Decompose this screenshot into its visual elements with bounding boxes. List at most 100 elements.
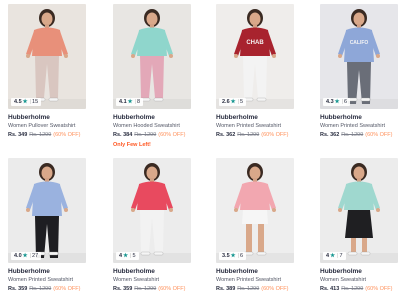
price-row: Rs. 362 Rs. 1299 (60% OFF): [320, 131, 398, 140]
rating-separator: |: [237, 99, 240, 105]
price-mrp: Rs. 1299: [29, 286, 52, 292]
rating-badge: 3.5★ |6: [219, 252, 247, 260]
product-grid: 4.5★ |15 Hubberholme Women Pullover Sweatsh…: [0, 0, 400, 296]
price-discount: (60% OFF): [53, 132, 81, 138]
product-brand: Hubberholme: [320, 268, 362, 275]
price-discount: (60% OFF): [261, 286, 289, 292]
price-row: Rs. 349 Rs. 1299 (60% OFF): [8, 131, 86, 140]
product-card[interactable]: CHAB 2.6★ |5 Hubberholme Women Printed Sweat…: [216, 4, 294, 140]
price-mrp: Rs. 1299: [237, 132, 260, 138]
price-current: Rs. 359: [8, 286, 28, 292]
product-card[interactable]: 4★ |5 Hubberholme Women Sweatshirt Rs. 359 Rs…: [113, 158, 191, 294]
product-image[interactable]: 4.5★ |15: [8, 4, 86, 109]
product-brand: Hubberholme: [113, 114, 155, 121]
rating-count: 5: [132, 253, 136, 259]
rating-separator: |: [134, 99, 137, 105]
star-icon: ★: [230, 99, 236, 105]
product-brand: Hubberholme: [216, 114, 258, 121]
rating-separator: |: [341, 99, 344, 105]
price-discount: (60% OFF): [158, 132, 186, 138]
product-image[interactable]: 4★ |5: [113, 158, 191, 263]
price-discount: (60% OFF): [365, 132, 393, 138]
product-description: Women Printed Sweatshirt: [216, 277, 282, 283]
product-image[interactable]: CALIFO 4.3★ |6: [320, 4, 398, 109]
product-card[interactable]: 4.5★ |15 Hubberholme Women Pullover Sweatsh…: [8, 4, 86, 140]
product-image[interactable]: CHAB 2.6★ |5: [216, 4, 294, 109]
product-description: Women Pullover Sweatshirt: [8, 123, 76, 129]
rating-separator: |: [237, 253, 240, 259]
rating-value: 4: [326, 253, 330, 259]
price-mrp: Rs. 1299: [237, 286, 260, 292]
price-mrp: Rs. 1299: [341, 132, 364, 138]
star-icon: ★: [22, 253, 28, 259]
star-icon: ★: [22, 99, 28, 105]
star-icon: ★: [230, 253, 236, 259]
product-image[interactable]: 4.1★ |8: [113, 4, 191, 109]
rating-badge: 4.1★ |8: [116, 98, 144, 106]
rating-badge: 4.0★ |27: [11, 252, 42, 260]
price-current: Rs. 359: [113, 286, 133, 292]
rating-value: 3.5: [222, 253, 230, 259]
star-icon: ★: [127, 99, 133, 105]
price-row: Rs. 359 Rs. 1299 (60% OFF): [8, 285, 86, 294]
svg-text:CHAB: CHAB: [246, 40, 264, 46]
price-mrp: Rs. 1299: [134, 132, 157, 138]
rating-value: 4.1: [119, 99, 127, 105]
rating-separator: |: [29, 99, 32, 105]
product-image[interactable]: 3.5★ |6: [216, 158, 294, 263]
product-brand: Hubberholme: [113, 268, 155, 275]
rating-value: 2.6: [222, 99, 230, 105]
price-current: Rs. 389: [216, 286, 236, 292]
price-mrp: Rs. 1299: [134, 286, 157, 292]
product-card[interactable]: CALIFO 4.3★ |6 Hubberholme Women Printed Swe…: [320, 4, 398, 140]
rating-count: 8: [137, 99, 141, 105]
rating-count: 7: [339, 253, 343, 259]
price-discount: (60% OFF): [365, 286, 393, 292]
rating-count: 15: [32, 99, 39, 105]
price-mrp: Rs. 1299: [341, 286, 364, 292]
rating-badge: 2.6★ |5: [219, 98, 247, 106]
rating-badge: 4.5★ |15: [11, 98, 42, 106]
product-card[interactable]: 4.0★ |27 Hubberholme Women Printed Sweatshi…: [8, 158, 86, 294]
price-discount: (60% OFF): [158, 286, 186, 292]
price-row: Rs. 413 Rs. 1299 (60% OFF): [320, 285, 398, 294]
rating-value: 4.3: [326, 99, 334, 105]
rating-count: 5: [240, 99, 244, 105]
product-card[interactable]: 3.5★ |6 Hubberholme Women Printed Sweatshir…: [216, 158, 294, 294]
star-icon: ★: [123, 253, 128, 259]
product-description: Women Printed Sweatshirt: [8, 277, 74, 283]
star-icon: ★: [334, 99, 340, 105]
product-brand: Hubberholme: [8, 268, 50, 275]
rating-value: 4.5: [14, 99, 22, 105]
product-image[interactable]: 4★ |7: [320, 158, 398, 263]
price-row: Rs. 389 Rs. 1299 (60% OFF): [216, 285, 294, 294]
svg-text:CALIFO: CALIFO: [350, 40, 369, 46]
price-mrp: Rs. 1299: [29, 132, 52, 138]
price-discount: (60% OFF): [261, 132, 289, 138]
product-description: Women Hooded Sweatshirt: [113, 123, 180, 129]
rating-separator: |: [29, 253, 32, 259]
product-description: Women Printed Sweatshirt: [320, 123, 386, 129]
price-row: Rs. 362 Rs. 1299 (60% OFF): [216, 131, 294, 140]
price-current: Rs. 362: [216, 132, 236, 138]
rating-count: 6: [240, 253, 244, 259]
product-card[interactable]: 4★ |7 Hubberholme Women Sweatshirt Rs. 413 Rs…: [320, 158, 398, 294]
rating-value: 4: [119, 253, 123, 259]
product-card[interactable]: 4.1★ |8 Hubberholme Women Hooded Sweatshirt…: [113, 4, 191, 149]
rating-badge: 4.3★ |6: [323, 98, 351, 106]
product-description: Women Sweatshirt: [320, 277, 367, 283]
price-current: Rs. 362: [320, 132, 340, 138]
product-description: Women Sweatshirt: [113, 277, 160, 283]
rating-count: 6: [344, 99, 348, 105]
rating-count: 27: [32, 253, 39, 259]
star-icon: ★: [330, 253, 335, 259]
price-row: Rs. 384 Rs. 1299 (60% OFF): [113, 131, 191, 140]
rating-value: 4.0: [14, 253, 22, 259]
price-row: Rs. 359 Rs. 1299 (60% OFF): [113, 285, 191, 294]
product-image[interactable]: 4.0★ |27: [8, 158, 86, 263]
price-discount: (60% OFF): [53, 286, 81, 292]
product-brand: Hubberholme: [320, 114, 362, 121]
product-description: Women Printed Sweatshirt: [216, 123, 282, 129]
price-current: Rs. 413: [320, 286, 340, 292]
price-current: Rs. 349: [8, 132, 28, 138]
